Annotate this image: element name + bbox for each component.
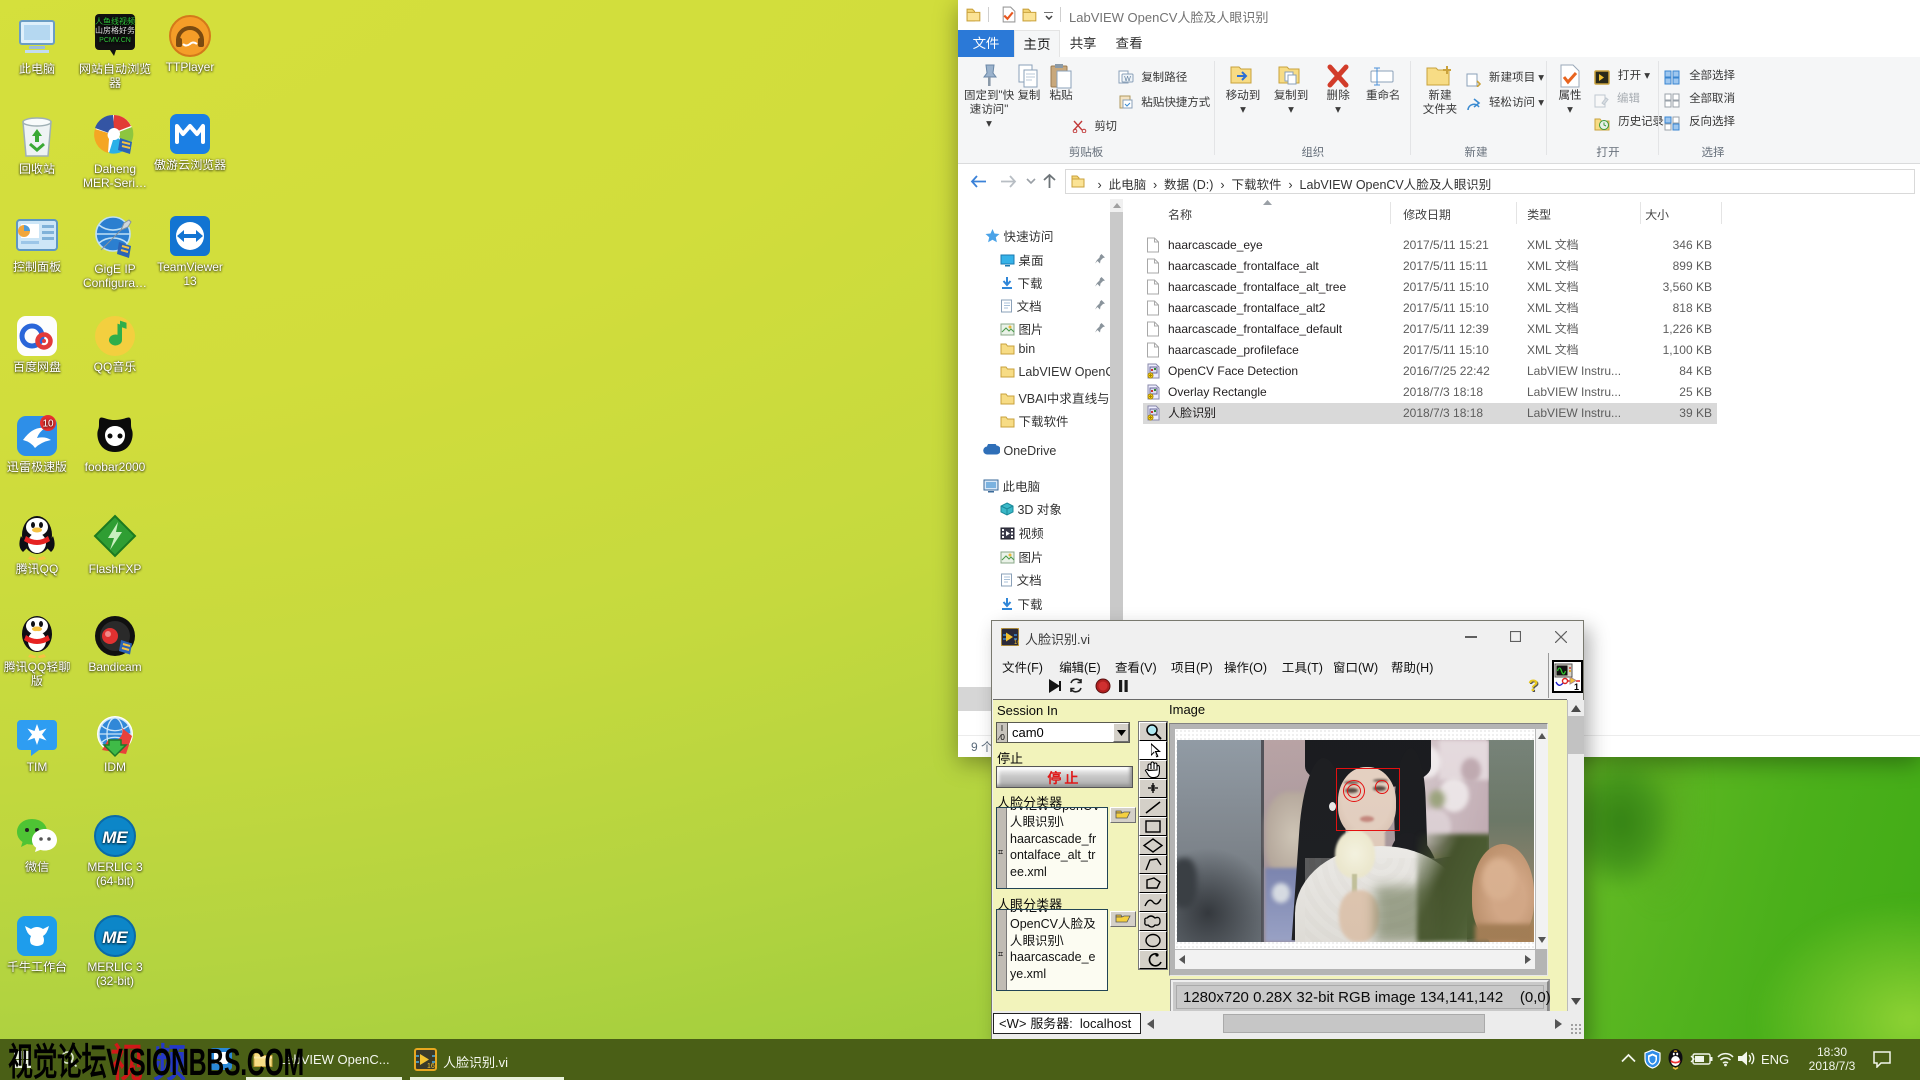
svg-text:ME: ME (102, 928, 128, 947)
svg-text:1: 1 (1574, 682, 1579, 691)
svg-text:PCMV.CN: PCMV.CN (99, 37, 131, 44)
svg-text:16: 16 (427, 1063, 435, 1070)
svg-text:山房格好务: 山房格好务 (95, 25, 135, 35)
svg-text:10: 10 (42, 419, 54, 430)
svg-text:ME: ME (102, 828, 128, 847)
svg-text:W: W (1124, 76, 1131, 83)
svg-text:人鱼线视频: 人鱼线视频 (95, 16, 135, 26)
svg-text:16: 16 (1014, 640, 1019, 646)
